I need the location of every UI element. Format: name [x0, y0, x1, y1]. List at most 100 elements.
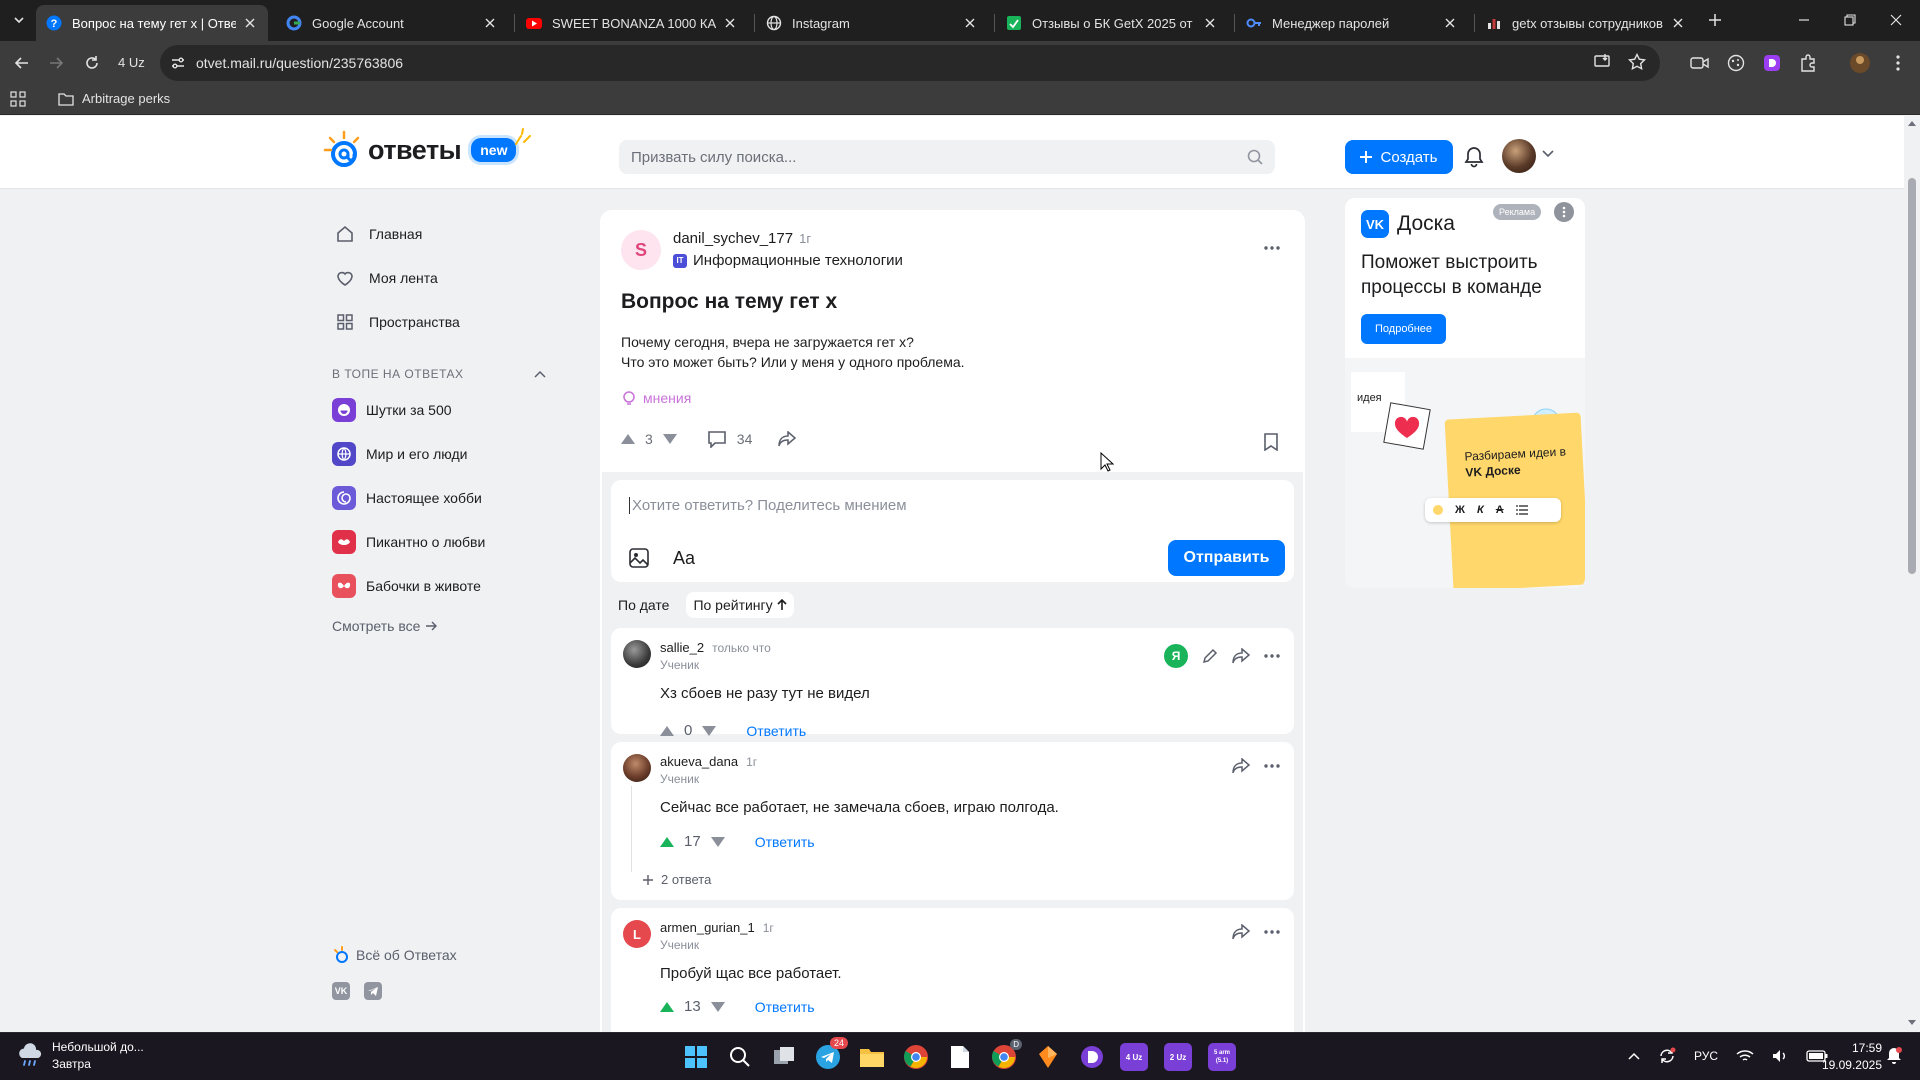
site-logo[interactable]: ответы new — [322, 128, 534, 170]
answer-author[interactable]: akueva_dana — [660, 754, 738, 769]
nav-item-home[interactable]: Главная — [322, 212, 552, 256]
start-windows-icon[interactable] — [680, 1041, 712, 1073]
text-format-button[interactable]: Aa — [673, 548, 695, 569]
purple-circle-app-icon[interactable] — [1076, 1041, 1108, 1073]
tab-getx-employees[interactable]: getx отзывы сотрудников о р — [1476, 5, 1696, 41]
new-tab-icon[interactable] — [1704, 9, 1726, 31]
scrollbar-thumb[interactable] — [1908, 178, 1916, 574]
notifications-bell-icon[interactable] — [1464, 146, 1484, 168]
send-button[interactable]: Отправить — [1168, 540, 1285, 576]
purple-extension-icon[interactable] — [1760, 51, 1784, 75]
notification-bell-icon[interactable] — [1886, 1047, 1902, 1065]
answer-input[interactable]: Хотите ответить? Поделитесь мнением — [629, 497, 907, 514]
question-category[interactable]: IT Информационные технологии — [673, 252, 903, 269]
create-button[interactable]: Создать — [1345, 140, 1453, 174]
task-view-icon[interactable] — [768, 1041, 800, 1073]
apps-grid-icon[interactable] — [10, 91, 26, 107]
chevron-up-icon[interactable] — [534, 370, 546, 378]
share-icon[interactable] — [778, 431, 797, 447]
camera-icon[interactable] — [1688, 51, 1712, 75]
upvote-icon[interactable] — [660, 1001, 674, 1012]
scroll-down-icon[interactable] — [1908, 1020, 1916, 1026]
close-window-icon[interactable] — [1884, 8, 1908, 32]
scroll-up-icon[interactable] — [1908, 120, 1916, 126]
chevron-down-icon[interactable] — [1542, 150, 1554, 158]
wifi-icon[interactable] — [1736, 1049, 1754, 1063]
bookmark-folder[interactable]: Arbitrage perks — [58, 91, 170, 106]
about-link[interactable]: Всё об Ответах — [332, 946, 457, 964]
downvote-icon[interactable] — [710, 836, 725, 847]
trending-item-world[interactable]: Мир и его люди — [322, 432, 552, 476]
trending-item-butterflies[interactable]: Бабочки в животе — [322, 564, 552, 608]
orange-app-icon[interactable] — [1032, 1041, 1064, 1073]
profile-avatar-icon[interactable] — [1848, 51, 1872, 75]
author-name[interactable]: danil_sychev_177 — [673, 230, 793, 247]
more-options-icon[interactable] — [1264, 654, 1280, 658]
volume-icon[interactable] — [1772, 1049, 1788, 1063]
upvote-icon[interactable] — [660, 725, 674, 736]
tab-instagram[interactable]: Instagram — [756, 5, 988, 41]
comment-icon[interactable] — [707, 430, 727, 448]
tab-otvet[interactable]: ? Вопрос на тему гет х | Ответы — [36, 5, 268, 41]
edit-pencil-icon[interactable] — [1202, 648, 1218, 664]
notes-file-icon[interactable] — [944, 1041, 976, 1073]
vk-board-ad[interactable]: VK Доска Реклама Поможет выстроить проце… — [1345, 198, 1585, 588]
ad-menu-icon[interactable] — [1554, 202, 1574, 222]
trending-header[interactable]: В ТОПЕ НА ОТВЕТАХ — [322, 360, 552, 388]
see-all-link[interactable]: Смотреть все — [322, 618, 552, 634]
ya-badge[interactable]: Я — [1164, 644, 1188, 668]
language-indicator[interactable]: РУС — [1694, 1049, 1718, 1063]
reply-button[interactable]: Ответить — [755, 999, 815, 1015]
cookie-extension-icon[interactable] — [1724, 51, 1748, 75]
reply-button[interactable]: Ответить — [746, 723, 806, 739]
upvote-icon[interactable] — [621, 434, 635, 444]
more-options-icon[interactable] — [1264, 764, 1280, 768]
tab-youtube[interactable]: SWEET BONANZA 1000 КАК Ж — [516, 5, 748, 41]
downvote-icon[interactable] — [710, 1001, 725, 1012]
trending-item-jokes[interactable]: Шутки за 500 — [322, 388, 552, 432]
close-tab-icon[interactable] — [722, 15, 738, 31]
arm-app-icon[interactable]: 5 arm (5.1) — [1208, 1043, 1236, 1071]
downvote-icon[interactable] — [662, 434, 677, 444]
trending-item-love[interactable]: Пикантно о любви — [322, 520, 552, 564]
tray-overflow-chevron-icon[interactable] — [1628, 1052, 1640, 1060]
upvote-icon[interactable] — [660, 836, 674, 847]
answer-avatar[interactable] — [623, 640, 651, 668]
close-tab-icon[interactable] — [962, 15, 978, 31]
close-tab-icon[interactable] — [1202, 15, 1218, 31]
file-explorer-icon[interactable] — [856, 1041, 888, 1073]
back-arrow-icon[interactable] — [10, 51, 34, 75]
trending-item-hobby[interactable]: Настоящее хобби — [322, 476, 552, 520]
sync-icon[interactable] — [1658, 1047, 1676, 1065]
address-bar[interactable]: otvet.mail.ru/question/235763806 — [160, 45, 1660, 81]
sort-by-date[interactable]: По дате — [611, 592, 676, 618]
bookmark-star-icon[interactable] — [1628, 53, 1646, 71]
forward-arrow-icon[interactable] — [44, 51, 68, 75]
search-icon[interactable] — [724, 1041, 756, 1073]
answer-author[interactable]: sallie_2 — [660, 640, 704, 655]
search-input[interactable]: Призвать силу поиска... — [619, 140, 1275, 174]
telegram-icon[interactable] — [364, 982, 382, 1000]
share-icon[interactable] — [1232, 924, 1250, 940]
answer-avatar[interactable]: L — [623, 920, 651, 948]
close-tab-icon[interactable] — [242, 15, 258, 31]
tab-google-account[interactable]: Google Account — [276, 5, 508, 41]
tab-search-chevron-icon[interactable] — [8, 9, 30, 31]
answer-avatar[interactable] — [623, 754, 651, 782]
tab-getx-reviews[interactable]: Отзывы о БК GetX 2025 от игр — [996, 5, 1228, 41]
more-options-icon[interactable] — [1264, 930, 1280, 934]
browser-menu-icon[interactable] — [1886, 51, 1910, 75]
close-tab-icon[interactable] — [482, 15, 498, 31]
extensions-puzzle-icon[interactable] — [1796, 51, 1820, 75]
sort-by-rating[interactable]: По рейтингу — [686, 592, 794, 618]
share-icon[interactable] — [1232, 758, 1250, 774]
close-tab-icon[interactable] — [1442, 15, 1458, 31]
downvote-icon[interactable] — [702, 725, 717, 736]
question-author-avatar[interactable]: S — [621, 230, 661, 270]
reload-icon[interactable] — [80, 51, 104, 75]
user-avatar[interactable] — [1502, 139, 1536, 173]
nav-item-feed[interactable]: Моя лента — [322, 256, 552, 300]
weather-widget[interactable]: Небольшой до... Завтра — [16, 1039, 144, 1073]
share-icon[interactable] — [1232, 648, 1250, 664]
install-app-icon[interactable] — [1594, 53, 1612, 71]
